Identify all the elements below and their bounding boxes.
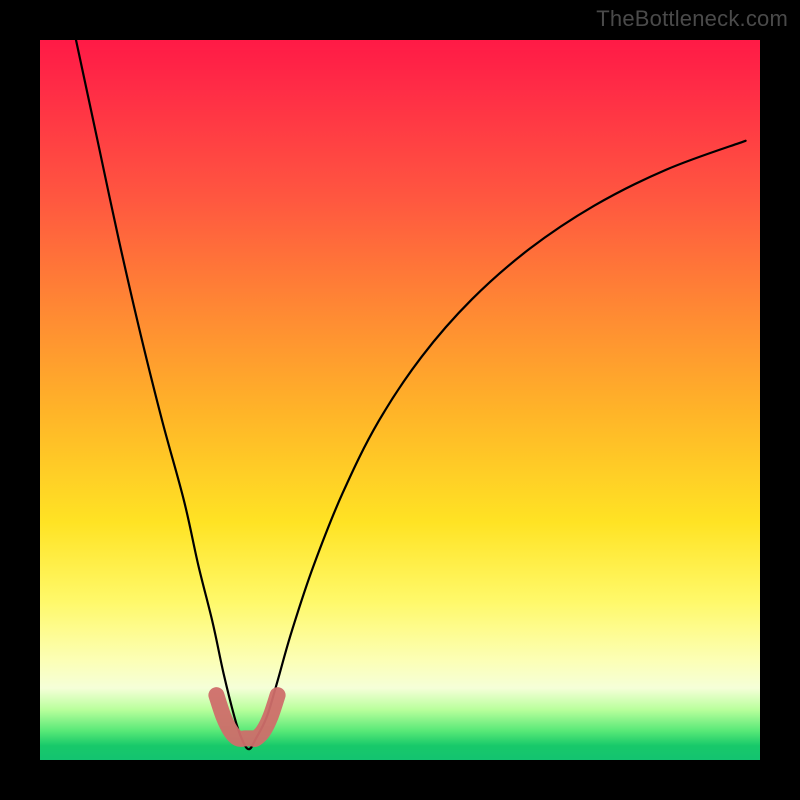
chart-container: TheBottleneck.com: [0, 0, 800, 800]
watermark-text: TheBottleneck.com: [596, 6, 788, 32]
plot-area: [40, 40, 760, 760]
curve-layer: [40, 40, 760, 760]
highlight-bottom: [216, 695, 277, 739]
bottleneck-curve: [76, 40, 746, 749]
